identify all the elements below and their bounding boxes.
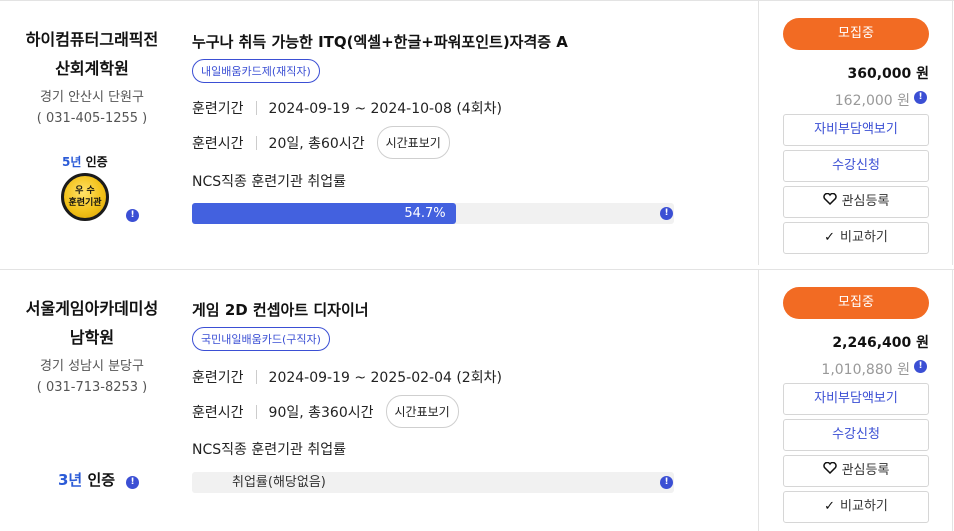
divider <box>758 1 759 265</box>
employment-rate-label: NCS직종 훈련기관 취업률 <box>192 174 346 190</box>
info-icon[interactable]: ! <box>660 476 673 489</box>
employment-rate-bar: 취업률(해당없음) <box>192 472 674 493</box>
compare-button[interactable]: ✓ 비교하기 <box>783 491 929 523</box>
check-icon: ✓ <box>824 230 836 245</box>
certification-label: 3년 인증 <box>58 471 116 489</box>
course-card: 하이컴퓨터그래픽전 산회계학원 경기 안산시 단원구 ( 031-405-125… <box>0 0 954 265</box>
course-title[interactable]: 누구나 취득 가능한 ITQ(엑셀+한글+파워포인트)자격증 A <box>192 31 568 52</box>
training-period: 훈련기간 2024-09-19 ~ 2025-02-04 (2회차) <box>192 370 502 386</box>
training-hours: 훈련시간 20일, 총60시간 시간표보기 <box>192 126 450 159</box>
info-icon[interactable]: ! <box>660 207 673 220</box>
excellent-institution-medal-icon: 우 수 훈련기관 <box>61 173 109 221</box>
employment-rate-note: 취업률(해당없음) <box>232 475 326 490</box>
employment-rate-label: NCS직종 훈련기관 취업률 <box>192 442 346 458</box>
course-price: 360,000 원 <box>847 66 929 82</box>
institution-phone: ( 031-405-1255 ) <box>36 111 148 126</box>
check-icon: ✓ <box>824 499 836 514</box>
favorite-button[interactable]: 관심등록 <box>783 455 929 487</box>
recruiting-status-button[interactable]: 모집중 <box>783 18 929 50</box>
heart-icon <box>822 456 837 486</box>
self-pay-button[interactable]: 자비부담액보기 <box>783 383 929 415</box>
heart-icon <box>822 187 837 217</box>
course-price: 2,246,400 원 <box>832 335 929 351</box>
course-card: 서울게임아카데미성 남학원 경기 성남시 분당구 ( 031-713-8253 … <box>0 269 954 531</box>
schedule-button[interactable]: 시간표보기 <box>385 395 459 428</box>
certification-label: 5년 인증 <box>62 155 108 169</box>
employment-rate-bar: 54.7% <box>192 203 674 224</box>
compare-button[interactable]: ✓ 비교하기 <box>783 222 929 254</box>
info-icon[interactable]: ! <box>126 476 139 489</box>
divider <box>758 270 759 531</box>
divider <box>952 270 953 531</box>
info-icon[interactable]: ! <box>126 209 139 222</box>
info-icon[interactable]: ! <box>914 360 927 373</box>
employment-rate-fill: 54.7% <box>192 203 456 224</box>
institution-info: 서울게임아카데미성 남학원 경기 성남시 분당구 ( 031-713-8253 … <box>0 294 184 398</box>
self-pay-price: 1,010,880 원 <box>821 362 910 378</box>
training-period: 훈련기간 2024-09-19 ~ 2024-10-08 (4회차) <box>192 101 502 117</box>
institution-phone: ( 031-713-8253 ) <box>36 380 148 395</box>
institution-name[interactable]: 하이컴퓨터그래픽전 산회계학원 <box>0 25 184 83</box>
self-pay-price: 162,000 원 <box>834 93 910 109</box>
institution-address: 경기 안산시 단원구 <box>40 90 144 105</box>
recruiting-status-button[interactable]: 모집중 <box>783 287 929 319</box>
schedule-button[interactable]: 시간표보기 <box>376 126 450 159</box>
self-pay-button[interactable]: 자비부담액보기 <box>783 114 929 146</box>
institution-name[interactable]: 서울게임아카데미성 남학원 <box>0 294 184 352</box>
funding-badge: 국민내일배움카드(구직자) <box>192 327 330 351</box>
funding-badge: 내일배움카드제(재직자) <box>192 59 320 83</box>
info-icon[interactable]: ! <box>914 91 927 104</box>
apply-button[interactable]: 수강신청 <box>783 419 929 451</box>
institution-address: 경기 성남시 분당구 <box>40 359 144 374</box>
divider <box>952 1 953 265</box>
course-title[interactable]: 게임 2D 컨셉아트 디자이너 <box>192 299 369 320</box>
institution-info: 하이컴퓨터그래픽전 산회계학원 경기 안산시 단원구 ( 031-405-125… <box>0 25 184 129</box>
apply-button[interactable]: 수강신청 <box>783 150 929 182</box>
favorite-button[interactable]: 관심등록 <box>783 186 929 218</box>
training-hours: 훈련시간 90일, 총360시간 시간표보기 <box>192 395 459 428</box>
